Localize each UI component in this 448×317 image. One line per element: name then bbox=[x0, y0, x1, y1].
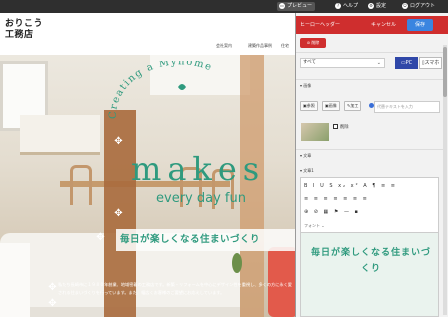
text-field-label: ▾ 文章1 bbox=[300, 168, 314, 173]
browse-button[interactable]: ▣参照 bbox=[300, 101, 318, 111]
move-handle-icon[interactable]: ✥ bbox=[113, 136, 124, 147]
move-handle-icon[interactable]: ✥ bbox=[47, 282, 58, 293]
move-handle-icon[interactable]: ✥ bbox=[95, 232, 106, 243]
delete-image-checkbox-label: 削除 bbox=[340, 125, 349, 130]
monitor-icon: ▭ bbox=[279, 3, 285, 9]
hero-section[interactable]: Creating a Myhome makes every day fun 毎日… bbox=[0, 55, 295, 317]
gear-icon: ⚙ bbox=[368, 3, 374, 9]
pc-view-button[interactable]: ▭PC bbox=[395, 57, 418, 69]
leaf-icon bbox=[178, 84, 186, 90]
panel-header: ヒーローヘッダー キャンセル 保存 bbox=[296, 16, 448, 34]
rich-text-editor[interactable]: 毎日が楽しくなる住まいづくり bbox=[300, 233, 439, 317]
chevron-down-icon: ⌄ bbox=[320, 223, 325, 228]
nav-item-works[interactable]: 建築作品事例 bbox=[248, 43, 272, 49]
logo-line1: おりこう bbox=[5, 19, 44, 29]
divider bbox=[296, 149, 446, 150]
panel-scrollbar[interactable] bbox=[443, 45, 447, 315]
arc-heading: Creating a Myhome bbox=[108, 61, 214, 119]
site-logo[interactable]: おりこう 工務店 bbox=[5, 19, 43, 41]
chevron-down-icon: ⌄ bbox=[376, 60, 381, 66]
device-select[interactable]: すべて ⌄ bbox=[300, 58, 385, 68]
kitchen-shelf bbox=[20, 115, 100, 155]
logo-line2: 工務店 bbox=[5, 30, 34, 40]
brand-title: makes bbox=[131, 150, 266, 188]
alt-text-input[interactable]: 代替テキストを入力 bbox=[374, 101, 440, 113]
device-select-value: すべて bbox=[303, 60, 317, 65]
toolbar-row-format[interactable]: B I U S x₂ x² A ¶ ≡ ≡ bbox=[304, 182, 397, 190]
editor-panel: ヒーローヘッダー キャンセル 保存 ⊘ 削除 すべて ⌄ ▭PC ▯スマホ ▾ … bbox=[295, 13, 448, 317]
nav-item-company[interactable]: 会社案内 bbox=[216, 43, 232, 49]
logout-icon: ⏻ bbox=[402, 3, 408, 9]
move-handle-icon[interactable]: ✥ bbox=[47, 298, 58, 309]
divider bbox=[296, 79, 446, 80]
hero-description: 私たち長崎市に１９８０年創業、地域密着の工務店です。新築・リフォームを中心にデザ… bbox=[58, 282, 292, 295]
chair bbox=[70, 165, 92, 205]
image-thumbnail[interactable] bbox=[301, 123, 329, 141]
section-text-label[interactable]: ▾ 文章 bbox=[300, 153, 311, 159]
toolbar-row-insert[interactable]: ⊕ ⊘ ▦ ⚑ — ▪ bbox=[304, 208, 360, 216]
delete-image-checkbox[interactable] bbox=[333, 124, 338, 129]
image-edit-button[interactable]: ✎加工 bbox=[344, 101, 362, 111]
toolbar-row-align[interactable]: ≡ ≡ ≡ ≡ ≡ ≡ ≡ bbox=[304, 195, 369, 203]
brand-subtitle: every day fun bbox=[156, 191, 246, 206]
hero-tagline[interactable]: 毎日が楽しくなる住まいづくり bbox=[116, 229, 295, 251]
help-icon: ? bbox=[335, 3, 341, 9]
smartphone-view-button[interactable]: ▯スマホ bbox=[419, 57, 442, 69]
settings-button[interactable]: ⚙ 設定 bbox=[366, 2, 389, 11]
panel-title: ヒーローヘッダー bbox=[300, 22, 341, 28]
scrollbar-thumb[interactable] bbox=[443, 47, 447, 97]
move-handle-icon[interactable]: ✥ bbox=[113, 208, 124, 219]
cancel-button[interactable]: キャンセル bbox=[371, 21, 396, 28]
site-preview: おりこう 工務店 会社案内 建築作品事例 住宅 Creating a Myhom… bbox=[0, 13, 295, 317]
section-image-label[interactable]: ▾ 画像 bbox=[300, 83, 311, 89]
font-select[interactable]: フォント ⌄ bbox=[304, 223, 325, 229]
plant bbox=[232, 253, 242, 273]
arc-heading-text: Creating a Myhome bbox=[108, 61, 214, 119]
site-header: おりこう 工務店 会社案内 建築作品事例 住宅 bbox=[0, 13, 295, 55]
delete-button[interactable]: ⊘ 削除 bbox=[300, 38, 326, 48]
rich-text-toolbar: B I U S x₂ x² A ¶ ≡ ≡ ≡ ≡ ≡ ≡ ≡ ≡ ≡ ⊕ ⊘ … bbox=[300, 177, 439, 233]
help-button[interactable]: ? ヘルプ bbox=[333, 2, 361, 11]
nav-item-housing[interactable]: 住宅 bbox=[281, 43, 289, 49]
admin-topbar: ▭ プレビュー ? ヘルプ ⚙ 設定 ⏻ ログアウト bbox=[0, 0, 448, 13]
image-library-button[interactable]: ▣画像 bbox=[322, 101, 340, 111]
logout-button[interactable]: ⏻ ログアウト bbox=[400, 2, 438, 11]
cushion bbox=[0, 243, 30, 317]
editor-content[interactable]: 毎日が楽しくなる住まいづくり bbox=[309, 245, 433, 277]
divider bbox=[296, 52, 446, 53]
preview-button[interactable]: ▭ プレビュー bbox=[277, 2, 316, 11]
hero-tagline-text: 毎日が楽しくなる住まいづくり bbox=[120, 234, 261, 245]
save-button[interactable]: 保存 bbox=[407, 19, 433, 31]
